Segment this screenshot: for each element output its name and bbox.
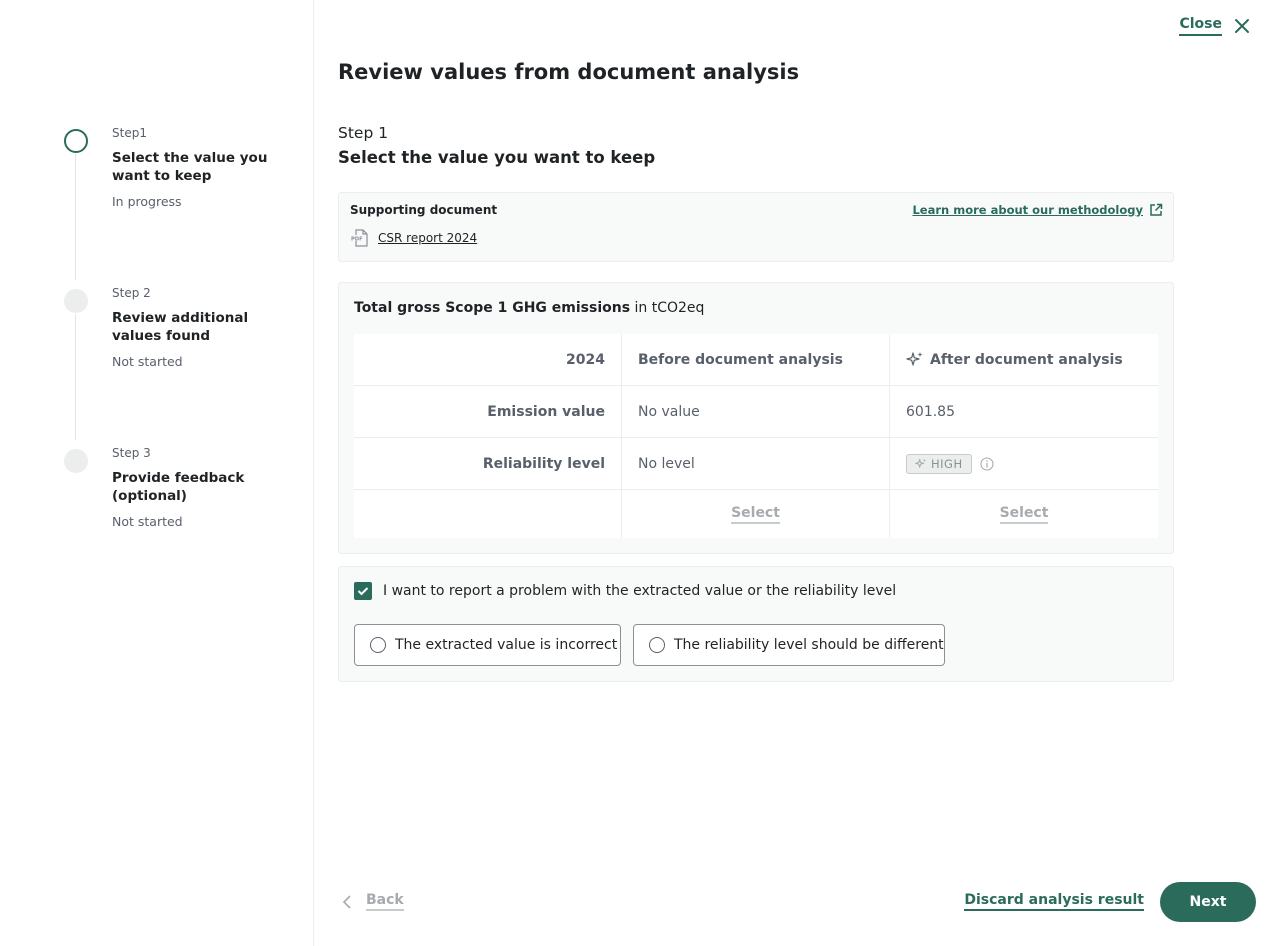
option-label: The reliability level should be differen… <box>674 637 944 653</box>
column-header-after: After document analysis <box>890 334 1158 385</box>
reliability-badge: HIGH <box>906 453 972 474</box>
close-icon <box>1235 19 1249 33</box>
pdf-file-icon: PDF <box>350 229 368 247</box>
radio-button[interactable] <box>370 637 386 653</box>
page-title: Review values from document analysis <box>338 60 800 84</box>
option-reliability-different[interactable]: The reliability level should be differen… <box>633 624 945 666</box>
report-problem-checkbox[interactable] <box>354 582 372 600</box>
comparison-panel: Total gross Scope 1 GHG emissions in tCO… <box>338 282 1174 554</box>
table-header-row: 2024 Before document analysis After docu… <box>354 334 1158 386</box>
step-status: In progress <box>112 194 182 209</box>
pdf-label: PDF <box>351 236 363 242</box>
close-label: Close <box>1179 16 1222 36</box>
step-title: Provide feedback (optional) <box>112 470 245 504</box>
methodology-link[interactable]: Learn more about our methodology <box>912 203 1163 217</box>
row-label: Reliability level <box>354 438 622 489</box>
report-problem-checkbox-row[interactable]: I want to report a problem with the extr… <box>354 582 896 600</box>
stepper-sidebar: Step1 Select the value you want to keep … <box>0 0 314 946</box>
before-value: No level <box>622 438 890 489</box>
sparkle-icon <box>906 351 923 366</box>
document-name: CSR report 2024 <box>378 231 478 245</box>
table-row: Reliability level No level HIGH <box>354 438 1158 490</box>
row-label: Emission value <box>354 386 622 437</box>
external-link-icon <box>1150 203 1163 216</box>
reliability-badge-label: HIGH <box>931 456 963 471</box>
next-button[interactable]: Next <box>1160 882 1256 922</box>
before-value: No value <box>622 386 890 437</box>
metric-caption: Total gross Scope 1 GHG emissions in tCO… <box>354 300 704 316</box>
step-title: Select the value you want to keep <box>112 150 268 184</box>
step-kicker: Step 3 <box>112 446 151 460</box>
table-row: Emission value No value 601.85 <box>354 386 1158 438</box>
after-value: 601.85 <box>906 403 955 420</box>
metric-unit: in tCO2eq <box>634 300 705 316</box>
sparkle-icon <box>915 458 926 468</box>
checkmark-icon <box>357 587 369 596</box>
chevron-left-icon <box>342 894 351 909</box>
step-active-marker <box>64 129 88 153</box>
step-kicker: Step 2 <box>112 286 151 300</box>
step-connector <box>75 314 76 440</box>
report-problem-label: I want to report a problem with the extr… <box>383 583 897 599</box>
select-after-button[interactable]: Select <box>999 505 1049 524</box>
step-kicker: Step1 <box>112 126 147 140</box>
select-after-cell: Select <box>890 490 1158 538</box>
current-step-title: Select the value you want to keep <box>338 148 656 167</box>
after-value-cell: HIGH <box>890 438 1158 489</box>
step-status: Not started <box>112 354 183 369</box>
comparison-table: 2024 Before document analysis After docu… <box>354 334 1158 538</box>
metric-name: Total gross Scope 1 GHG emissions <box>354 300 631 316</box>
option-label: The extracted value is incorrect <box>395 637 618 653</box>
report-problem-panel: I want to report a problem with the extr… <box>338 566 1174 682</box>
supporting-document-label: Supporting document <box>350 203 498 217</box>
close-button[interactable]: Close <box>1179 16 1252 36</box>
current-step-kicker: Step 1 <box>338 124 389 142</box>
select-before-button[interactable]: Select <box>731 505 780 524</box>
document-link[interactable]: PDF CSR report 2024 <box>350 228 477 248</box>
step-status: Not started <box>112 514 183 529</box>
select-before-cell: Select <box>622 490 890 538</box>
step-title: Review additional values found <box>112 310 249 344</box>
back-label: Back <box>366 892 404 911</box>
discard-analysis-button[interactable]: Discard analysis result <box>964 892 1144 911</box>
radio-button[interactable] <box>649 637 665 653</box>
column-header-before: Before document analysis <box>622 334 890 385</box>
supporting-document-panel: Supporting document PDF CSR report 2024 … <box>338 192 1174 262</box>
info-icon[interactable] <box>980 456 994 471</box>
table-actions-row: Select Select <box>354 490 1158 538</box>
column-header-after-label: After document analysis <box>930 351 1123 368</box>
option-value-incorrect[interactable]: The extracted value is incorrect <box>354 624 621 666</box>
methodology-link-label: Learn more about our methodology <box>912 203 1143 217</box>
step-idle-marker <box>64 289 88 313</box>
empty-cell <box>354 490 622 538</box>
back-button[interactable]: Back <box>342 892 404 911</box>
step-connector <box>75 154 76 280</box>
column-header-year: 2024 <box>354 334 622 385</box>
step-idle-marker <box>64 449 88 473</box>
